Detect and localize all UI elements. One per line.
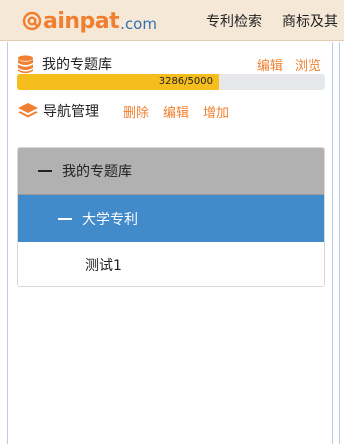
top-nav: 专利检索 商标及其 <box>206 11 344 31</box>
at-icon <box>22 11 42 31</box>
library-title: 我的专题库 <box>42 57 112 73</box>
tree-node-leaf[interactable]: 测试1 <box>18 242 324 286</box>
nav-edit-link[interactable]: 编辑 <box>163 102 189 121</box>
library-actions: 编辑 浏览 <box>249 55 321 74</box>
tree-node-label: 我的专题库 <box>62 164 132 180</box>
nav-delete-link[interactable]: 删除 <box>123 102 149 121</box>
site-logo[interactable]: ainpat .com <box>22 8 157 34</box>
tree-node-root[interactable]: 我的专题库 <box>18 148 324 195</box>
collapse-icon[interactable] <box>38 170 52 172</box>
library-browse-link[interactable]: 浏览 <box>295 59 321 74</box>
tree-node-selected[interactable]: 大学专利 <box>18 195 324 242</box>
logo-tld: .com <box>120 15 157 33</box>
library-usage-text: 3286/5000 <box>158 76 213 87</box>
nav-add-link[interactable]: 增加 <box>203 102 229 121</box>
tree-node-label: 测试1 <box>85 257 122 274</box>
navigation-header: 导航管理 删除 编辑 增加 <box>17 100 325 122</box>
right-scroll-strip <box>333 42 344 444</box>
library-edit-link[interactable]: 编辑 <box>257 59 283 74</box>
tree-node-label: 大学专利 <box>82 211 138 228</box>
library-header: 我的专题库 编辑 浏览 <box>17 53 325 75</box>
database-icon <box>18 54 33 73</box>
nav-trademark[interactable]: 商标及其 <box>282 11 338 31</box>
navigation-title: 导航管理 <box>43 104 99 120</box>
library-usage-bar: 3286/5000 <box>17 74 325 90</box>
top-bar: ainpat .com 专利检索 商标及其 <box>0 0 344 41</box>
collapse-icon[interactable] <box>58 217 72 220</box>
topic-tree: 我的专题库 大学专利 测试1 <box>17 147 325 287</box>
logo-brand: ainpat <box>43 8 120 34</box>
nav-patent-search[interactable]: 专利检索 <box>206 11 262 31</box>
layers-icon <box>18 103 38 118</box>
